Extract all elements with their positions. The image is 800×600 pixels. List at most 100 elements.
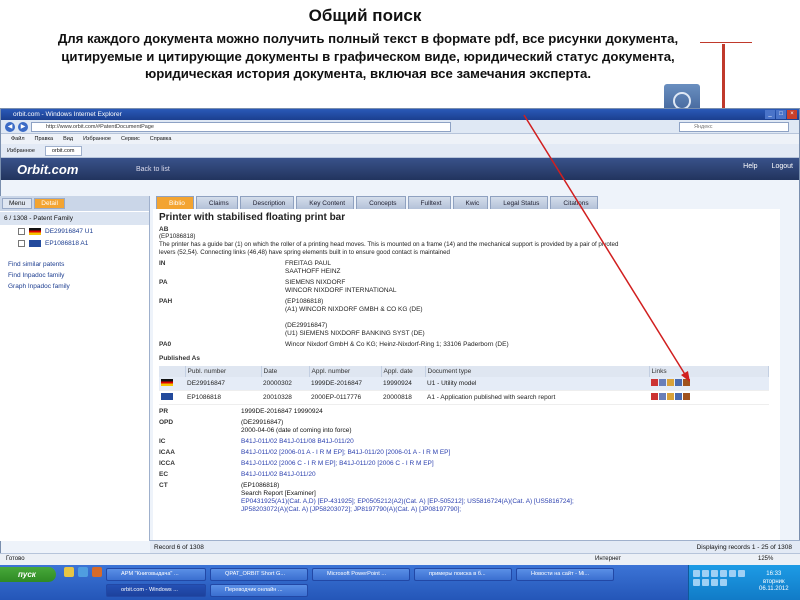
tab-description[interactable]: Description [239, 196, 295, 209]
find-inpadoc-link[interactable]: Find Inpadoc family [0, 270, 149, 281]
menu-view[interactable]: Вид [63, 134, 73, 144]
family-item[interactable]: DE29916847 U1 [0, 225, 149, 237]
tab-concepts[interactable]: Concepts [356, 196, 406, 209]
record-status-bar: Record 6 of 1308 Displaying records 1 - … [150, 540, 800, 553]
sidebar-tab-menu[interactable]: Menu [2, 198, 33, 209]
window-title: orbit.com - Windows Internet Explorer [13, 111, 122, 118]
menu-tools[interactable]: Сервис [121, 134, 140, 144]
sidebar-tab-detail[interactable]: Detail [34, 198, 65, 209]
orbit-logo[interactable]: Orbit.com [1, 162, 131, 177]
tab-legal-status[interactable]: Legal Status [490, 196, 549, 209]
field-pa0: PA0 Wincor Nixdorf GmbH & Co KG; Heinz-Ni… [159, 341, 509, 348]
document-title: Printer with stabilised floating print b… [159, 212, 346, 223]
citations-icon[interactable] [667, 393, 674, 400]
table-row[interactable]: EP1086818 20010328 2000EP-0117776 200008… [159, 390, 769, 405]
col-links[interactable]: Links [649, 366, 769, 377]
field-pr: PR 1999DE-2016847 19990924 [159, 408, 323, 415]
task-button[interactable]: Microsoft PowerPoint ... [312, 568, 410, 581]
maximize-icon[interactable]: □ [776, 110, 786, 119]
task-button[interactable]: APM "Книговыдача" ... [106, 568, 206, 581]
document-content: Printer with stabilised floating print b… [153, 209, 780, 540]
pdf-icon[interactable] [651, 379, 658, 386]
document-tabs: Biblio Claims Description Key Content Co… [156, 196, 782, 209]
decor-line [700, 42, 752, 43]
eu-flag-icon [29, 240, 41, 247]
minimize-icon[interactable]: _ [765, 110, 775, 119]
family-label: 6 / 1308 - Patent Family [4, 215, 74, 222]
forward-arrow-icon[interactable]: ▶ [18, 121, 28, 132]
publications-table: Publ. number Date Appl. number Appl. dat… [159, 366, 769, 405]
published-as-label: Published As [159, 355, 200, 362]
tab-claims[interactable]: Claims [195, 196, 238, 209]
task-button[interactable]: Новости на сайт - Mi... [516, 568, 614, 581]
displaying-records: Displaying records 1 - 25 of 1308 [696, 543, 792, 551]
back-arrow-icon[interactable]: ◀ [5, 121, 15, 132]
tab-citations[interactable]: Citations [550, 196, 598, 209]
tray-icons [693, 570, 753, 586]
de-flag-icon [161, 379, 173, 386]
quicklaunch-icon[interactable] [92, 567, 102, 577]
tab-fulltext[interactable]: Fulltext [407, 196, 451, 209]
tab-biblio[interactable]: Biblio [156, 196, 194, 209]
tab-key-content[interactable]: Key Content [296, 196, 355, 209]
system-tray: 16:33 вторник 06.11.2012 [688, 565, 800, 600]
task-button[interactable]: QPAT_ORBIT Short G... [210, 568, 308, 581]
table-row[interactable]: DE29916847 20000302 1999DE-2016847 19990… [159, 377, 769, 391]
quicklaunch-icon[interactable] [64, 567, 74, 577]
slide-title: Общий поиск [308, 6, 422, 25]
ab-label: AB [159, 226, 169, 233]
checkbox[interactable] [18, 240, 25, 247]
task-button-active[interactable]: orbit.com - Windows ... [106, 584, 206, 597]
tab-kwic[interactable]: Kwic [452, 196, 489, 209]
back-to-list-link[interactable]: Back to list [136, 166, 170, 173]
menu-help[interactable]: Справка [150, 134, 172, 144]
start-button[interactable]: пуск [0, 567, 56, 582]
task-button[interactable]: примеры поиска в б... [414, 568, 512, 581]
pdf-icon[interactable] [651, 393, 658, 400]
zoom-level[interactable]: 125% [758, 554, 773, 565]
checkbox[interactable] [18, 228, 25, 235]
favorites-button[interactable]: Избранное [7, 148, 35, 154]
address-input[interactable]: http://www.orbit.com/#PatentDocumentPage [31, 121, 451, 132]
close-icon[interactable]: × [787, 110, 797, 119]
drawings-icon[interactable] [659, 393, 666, 400]
col-appl-number[interactable]: Appl. number [309, 366, 382, 377]
legal-icon[interactable] [675, 393, 682, 400]
ab-line: (EP1086818) [159, 233, 196, 240]
graph-inpadoc-link[interactable]: Graph Inpadoc family [0, 281, 149, 292]
ab-line: The printer has a guide bar (1) on which… [159, 241, 619, 248]
logout-link[interactable]: Logout [772, 163, 793, 170]
menu-file[interactable]: Файл [11, 134, 25, 144]
menu-edit[interactable]: Правка [35, 134, 54, 144]
legal-icon[interactable] [675, 379, 682, 386]
search-input[interactable]: Яндекс [679, 121, 789, 132]
orbit-header: Orbit.com Back to list Help Logout [1, 158, 799, 180]
family-item[interactable]: EP1086818 A1 [0, 237, 149, 249]
col-publ-number[interactable]: Publ. number [185, 366, 262, 377]
col-appl-date[interactable]: Appl. date [381, 366, 426, 377]
history-icon[interactable] [683, 379, 690, 386]
field-ct: CT (EP1086818) Search Report [Examiner] EP… [159, 482, 574, 513]
field-ec: EC B41J-011/02 B41J-011/20 [159, 471, 316, 478]
window-titlebar: orbit.com - Windows Internet Explorer _ □… [1, 109, 799, 120]
browser-status: Готово [6, 556, 25, 562]
browser-status-bar: Готово Интернет 125% [0, 553, 800, 565]
help-link[interactable]: Help [743, 163, 757, 170]
col-date[interactable]: Date [261, 366, 310, 377]
family-header[interactable]: 6 / 1308 - Patent Family [0, 212, 149, 225]
task-button[interactable]: Переводчик онлайн ... [210, 584, 308, 597]
quicklaunch-icon[interactable] [78, 567, 88, 577]
drawings-icon[interactable] [659, 379, 666, 386]
document-links [651, 393, 690, 400]
col-doc-type[interactable]: Document type [425, 366, 650, 377]
clock[interactable]: 16:33 вторник 06.11.2012 [759, 571, 789, 594]
document-links [651, 379, 690, 386]
citations-icon[interactable] [667, 379, 674, 386]
history-icon[interactable] [683, 393, 690, 400]
menu-favorites[interactable]: Избранное [83, 134, 111, 144]
security-zone: Интернет [595, 556, 622, 562]
browser-tab[interactable]: orbit.com [44, 145, 82, 156]
sidebar: Menu Detail 6 / 1308 - Patent Family DE2… [0, 196, 150, 541]
address-bar-row: ◀ ▶ http://www.orbit.com/#PatentDocument… [1, 120, 799, 134]
find-similar-link[interactable]: Find similar patents [0, 259, 149, 270]
